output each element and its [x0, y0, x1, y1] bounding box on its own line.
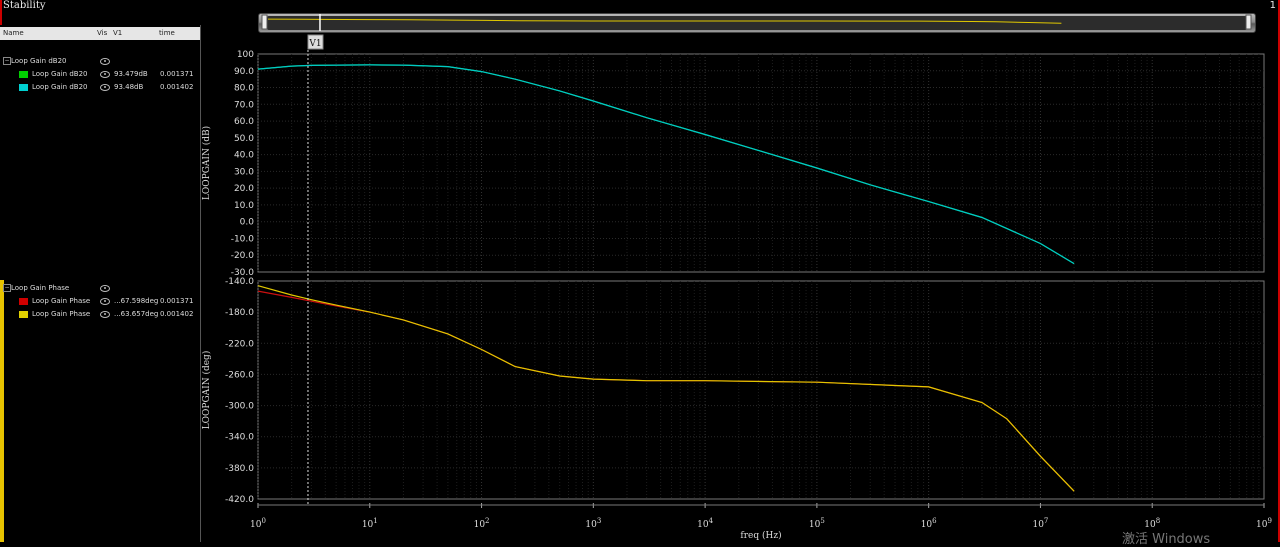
y-tick-label: 70.0 [234, 100, 254, 110]
x-tick-label: 101 [362, 517, 378, 530]
series-line-db20-1 [257, 64, 1075, 265]
x-tick-label: 105 [809, 517, 825, 530]
series-line-phase-2 [257, 285, 1075, 492]
overview-right-handle-icon [1245, 14, 1252, 30]
y-tick-label: -300.0 [225, 402, 254, 412]
y-tick-label: 50.0 [234, 134, 254, 144]
overview-trace [267, 18, 1062, 24]
plot-frame [257, 53, 1265, 273]
y-axis-label: LOOPGAIN (deg) [201, 351, 212, 430]
plot-area[interactable]: 100 90.0 80.0 70.0 60.0 50.0 40.0 30.0 20.0 10.0 0… [0, 0, 1280, 542]
y-tick-label: -140.0 [225, 277, 254, 287]
y-tick-label: -180.0 [225, 308, 254, 318]
plot-frame [257, 280, 1265, 500]
y-tick-label: 10.0 [234, 201, 254, 211]
overview-left-handle-icon [261, 14, 268, 30]
activation-watermark: 激活 Windows [1122, 532, 1211, 547]
y-axis-label: LOOPGAIN (dB) [201, 126, 212, 200]
marker-v1-label: V1 [308, 39, 321, 49]
y-tick-label: 20.0 [234, 184, 254, 194]
y-tick-label: -10.0 [231, 234, 255, 244]
y-tick-label: -420.0 [225, 495, 254, 505]
y-tick-label: 80.0 [234, 84, 254, 94]
y-tick-label: -340.0 [225, 433, 254, 443]
x-tick-label: 102 [474, 517, 490, 530]
y-tick-label: 60.0 [234, 117, 254, 127]
series-line-phase-1 [257, 290, 1075, 492]
x-tick-label: 109 [1256, 517, 1272, 530]
x-tick-label: 106 [921, 517, 937, 530]
y-tick-label: 90.0 [234, 67, 254, 77]
y-tick-label: 40.0 [234, 151, 254, 161]
x-tick-label: 107 [1032, 517, 1048, 530]
y-tick-label: -220.0 [225, 339, 254, 349]
y-tick-label: 0.0 [240, 218, 255, 228]
x-tick-label: 100 [250, 517, 266, 530]
x-tick-label: 104 [697, 517, 713, 530]
y-tick-label: 100 [237, 50, 254, 60]
y-tick-label: -20.0 [231, 251, 255, 261]
x-tick-label: 103 [585, 517, 601, 530]
y-tick-label: -260.0 [225, 370, 254, 380]
y-tick-label: 30.0 [234, 167, 254, 177]
y-tick-label: -380.0 [225, 464, 254, 474]
x-axis-label: freq (Hz) [740, 530, 781, 541]
series-line-db20-2 [257, 64, 1075, 265]
